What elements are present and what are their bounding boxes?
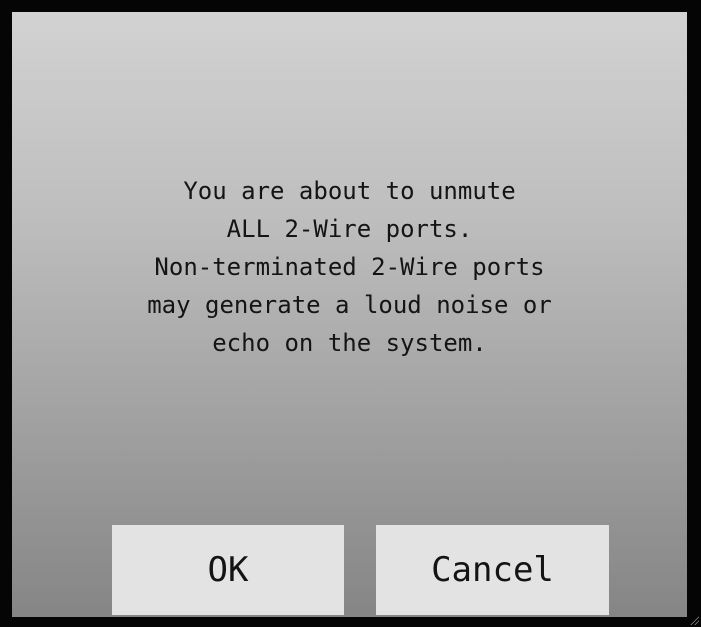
message-line: echo on the system.	[212, 329, 487, 357]
message-line: may generate a loud noise or	[147, 291, 552, 319]
message-line: Non-terminated 2-Wire ports	[154, 253, 545, 281]
dialog-message: You are about to unmute ALL 2-Wire ports…	[12, 172, 687, 362]
ok-button[interactable]: OK	[112, 525, 344, 615]
dialog-frame: You are about to unmute ALL 2-Wire ports…	[0, 0, 701, 627]
message-line: You are about to unmute	[183, 177, 516, 205]
unmute-confirmation-dialog: You are about to unmute ALL 2-Wire ports…	[12, 12, 687, 617]
message-line: ALL 2-Wire ports.	[226, 215, 473, 243]
cancel-button[interactable]: Cancel	[376, 525, 609, 615]
resize-grip-icon[interactable]	[689, 615, 699, 625]
